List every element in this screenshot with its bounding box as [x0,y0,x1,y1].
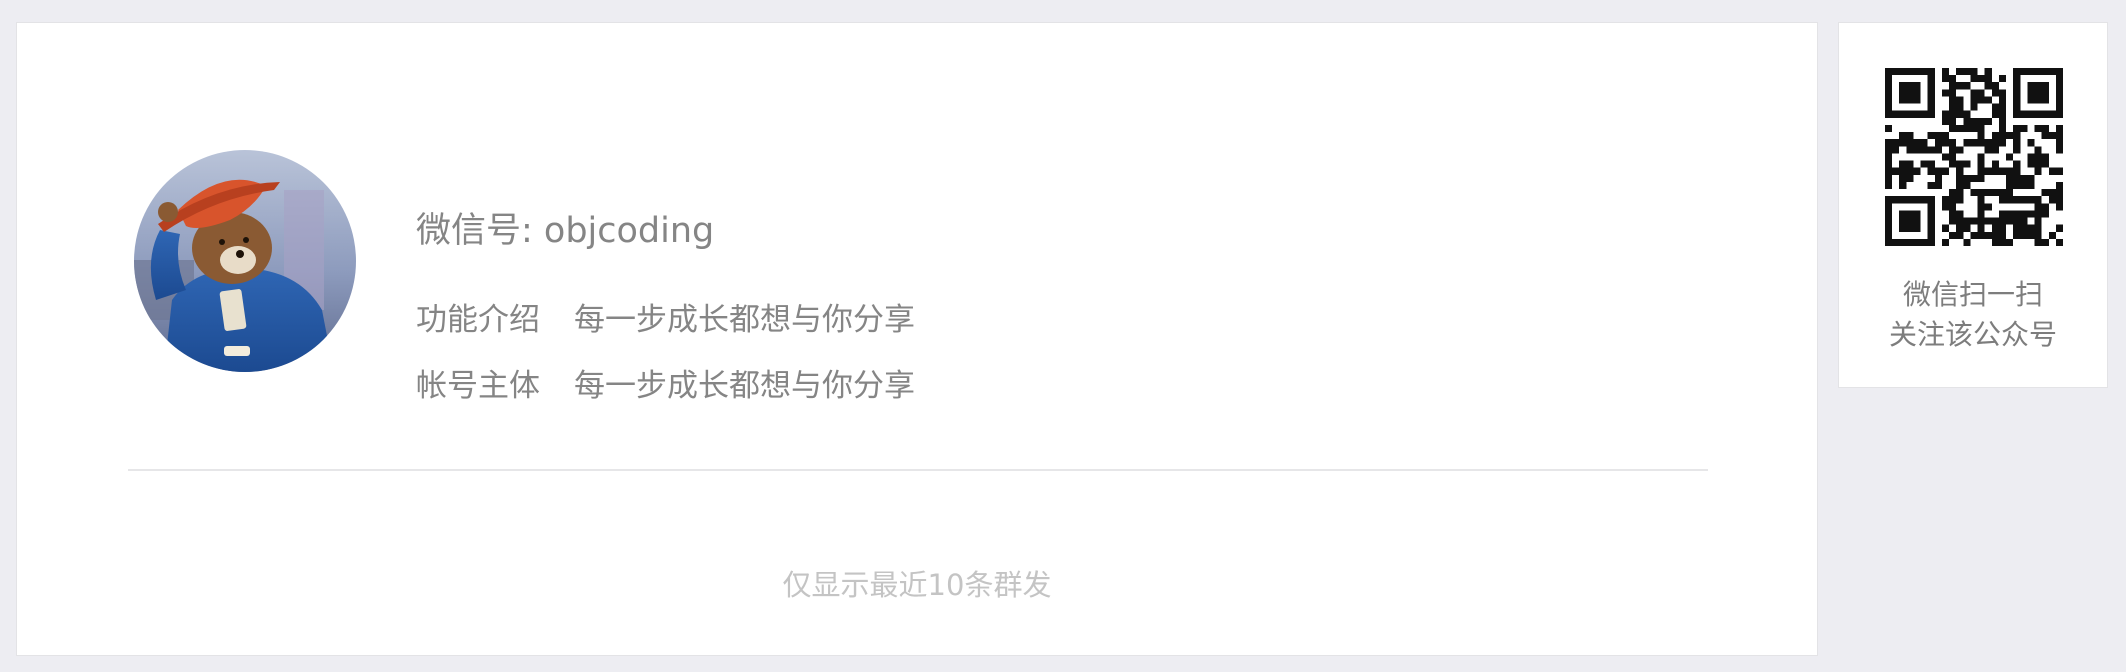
qr-caption-scan: 微信扫一扫 [1902,278,2043,311]
avatar [134,150,356,372]
info-value: 每一步成长都想与你分享 [574,368,915,404]
qr-code-icon [1885,68,2063,246]
profile-card: 微信号: objcoding 功能介绍 每一步成长都想与你分享 帐号主体 每一步成长… [16,22,1818,656]
info-value: 每一步成长都想与你分享 [574,302,915,338]
qr-code [1885,68,2063,246]
qr-card: 微信扫一扫 关注该公众号 [1838,22,2108,388]
qr-caption-follow: 关注该公众号 [1888,318,2057,351]
info-row-account-owner: 帐号主体 每一步成长都想与你分享 [416,362,915,410]
divider [128,469,1708,471]
wechat-id: 微信号: objcoding [416,211,715,251]
info-row-function: 功能介绍 每一步成长都想与你分享 [416,296,915,344]
info-label: 功能介绍 [416,302,540,338]
info-label: 帐号主体 [416,368,540,404]
paddington-bear-avatar-icon [134,150,356,372]
recent-posts-note: 仅显示最近10条群发 [782,568,1052,602]
